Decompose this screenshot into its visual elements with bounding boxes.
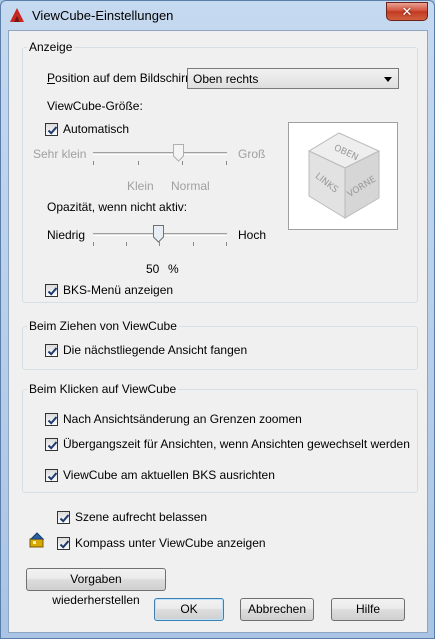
checkmark-icon [47, 287, 58, 296]
compass-label: Kompass unter ViewCube anzeigen [75, 536, 266, 550]
opacity-max-label: Hoch [238, 228, 267, 242]
size-slider-thumb[interactable] [173, 144, 184, 162]
checkmark-icon [47, 347, 58, 356]
opacity-min-label: Niedrig [47, 228, 86, 242]
bks-menu-label: BKS-Menü anzeigen [63, 283, 174, 297]
snap-label: Die nächstliegende Ansicht fangen [63, 343, 248, 357]
transition-checkbox[interactable] [45, 438, 58, 451]
checkmark-icon [59, 514, 70, 523]
checkmark-icon [47, 416, 58, 425]
opacity-tick [193, 242, 194, 246]
opacity-label: Opazität, wenn nicht aktiv: [47, 200, 188, 214]
chevron-down-icon [384, 77, 392, 82]
position-dropdown-value: Oben rechts [193, 72, 259, 86]
snap-checkbox[interactable] [45, 344, 58, 357]
viewcube-preview: OBEN LINKS VORNE [288, 122, 398, 230]
size-label: ViewCube-Größe: [47, 99, 143, 113]
group-klicken: Beim Klicken auf ViewCube Nach Ansichtsä… [22, 382, 418, 493]
position-label-text: osition auf dem Bildschirm: [55, 71, 199, 85]
restore-defaults-button[interactable]: Vorgaben wiederherstellen [26, 568, 166, 607]
title-bar[interactable]: ViewCube-Einstellungen ✕ [1, 1, 434, 31]
size-slider-track [93, 152, 227, 155]
size-max-label: Groß [238, 147, 266, 161]
checkmark-icon [47, 126, 58, 135]
group-ziehen: Beim Ziehen von ViewCube Die nächstliege… [22, 319, 418, 370]
window-title: ViewCube-Einstellungen [32, 8, 174, 23]
group-label-klicken: Beim Klicken auf ViewCube [27, 382, 179, 396]
align-label: ViewCube am aktuellen BKS ausrichten [63, 468, 275, 482]
automatisch-checkbox[interactable] [45, 123, 58, 136]
zoom-checkbox[interactable] [45, 413, 58, 426]
group-anzeige: Anzeige Position auf dem Bildschirm: Obe… [22, 40, 418, 303]
help-button[interactable]: Hilfe [331, 598, 405, 621]
upright-checkbox[interactable] [57, 511, 70, 524]
automatisch-label: Automatisch [63, 122, 130, 136]
dialog-window: ViewCube-Einstellungen ✕ Anzeige Positio… [0, 0, 435, 639]
size-tick [138, 161, 139, 165]
dialog-client: Anzeige Position auf dem Bildschirm: Obe… [8, 30, 428, 633]
opacity-tick [126, 242, 127, 246]
opacity-slider-thumb[interactable] [153, 225, 164, 243]
close-button[interactable]: ✕ [386, 2, 428, 21]
size-min-label: Sehr klein [33, 147, 87, 161]
opacity-unit: % [168, 262, 179, 276]
position-label: Position auf dem Bildschirm: [47, 71, 199, 85]
zoom-label: Nach Ansichtsänderung an Grenzen zoomen [63, 412, 302, 426]
opacity-value: 50 [146, 262, 160, 276]
size-tick [93, 161, 94, 165]
compass-checkbox[interactable] [57, 537, 70, 550]
close-icon: ✕ [401, 4, 413, 19]
checkmark-icon [47, 441, 58, 450]
transition-label: Übergangszeit für Ansichten, wenn Ansich… [63, 437, 410, 451]
compass-icon [29, 532, 45, 548]
autocad-logo-icon [10, 8, 24, 22]
group-label-anzeige: Anzeige [27, 40, 75, 54]
size-tick-klein-label: Klein [127, 179, 154, 193]
bks-menu-checkbox[interactable] [45, 284, 58, 297]
position-dropdown[interactable]: Oben rechts [187, 68, 399, 89]
group-label-ziehen: Beim Ziehen von ViewCube [27, 319, 179, 333]
checkmark-icon [47, 472, 58, 481]
size-tick [226, 161, 227, 165]
size-tick-normal-label: Normal [171, 179, 210, 193]
align-checkbox[interactable] [45, 469, 58, 482]
ok-button[interactable]: OK [154, 598, 224, 621]
viewcube-icon: OBEN LINKS VORNE [307, 132, 381, 219]
checkmark-icon [59, 540, 70, 549]
upright-label: Szene aufrecht belassen [75, 510, 208, 524]
opacity-tick [226, 242, 227, 246]
cancel-button[interactable]: Abbrechen [240, 598, 314, 621]
opacity-tick [93, 242, 94, 246]
